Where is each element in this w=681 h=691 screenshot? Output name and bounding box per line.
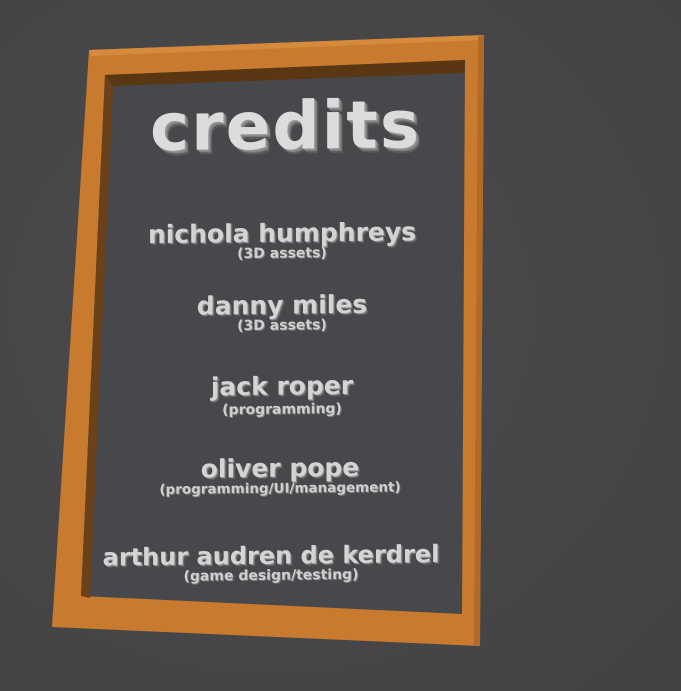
credit-entry: nichola humphreys (3D assets)	[142, 217, 422, 263]
credit-role: (programming/UI/management)	[159, 479, 401, 498]
credit-role: (3D assets)	[237, 317, 327, 335]
credit-name: danny miles	[196, 289, 368, 321]
credit-entry: oliver pope (programming/UI/management)	[120, 453, 440, 498]
credit-entry: danny miles (3D assets)	[142, 289, 422, 335]
credit-role: (programming)	[222, 400, 342, 419]
credits-board-content: credits nichola humphreys (3D assets) da…	[0, 0, 681, 691]
game-scene: credits nichola humphreys (3D assets) da…	[0, 0, 681, 691]
credit-entry: jack roper (programming)	[142, 370, 422, 419]
credit-entry: arthur audren de kerdrel (game design/te…	[86, 539, 456, 586]
credit-name: arthur audren de kerdrel	[102, 539, 440, 572]
credits-title: credits	[150, 86, 422, 166]
credit-name: jack roper	[210, 370, 354, 402]
credit-name: nichola humphreys	[147, 217, 417, 250]
